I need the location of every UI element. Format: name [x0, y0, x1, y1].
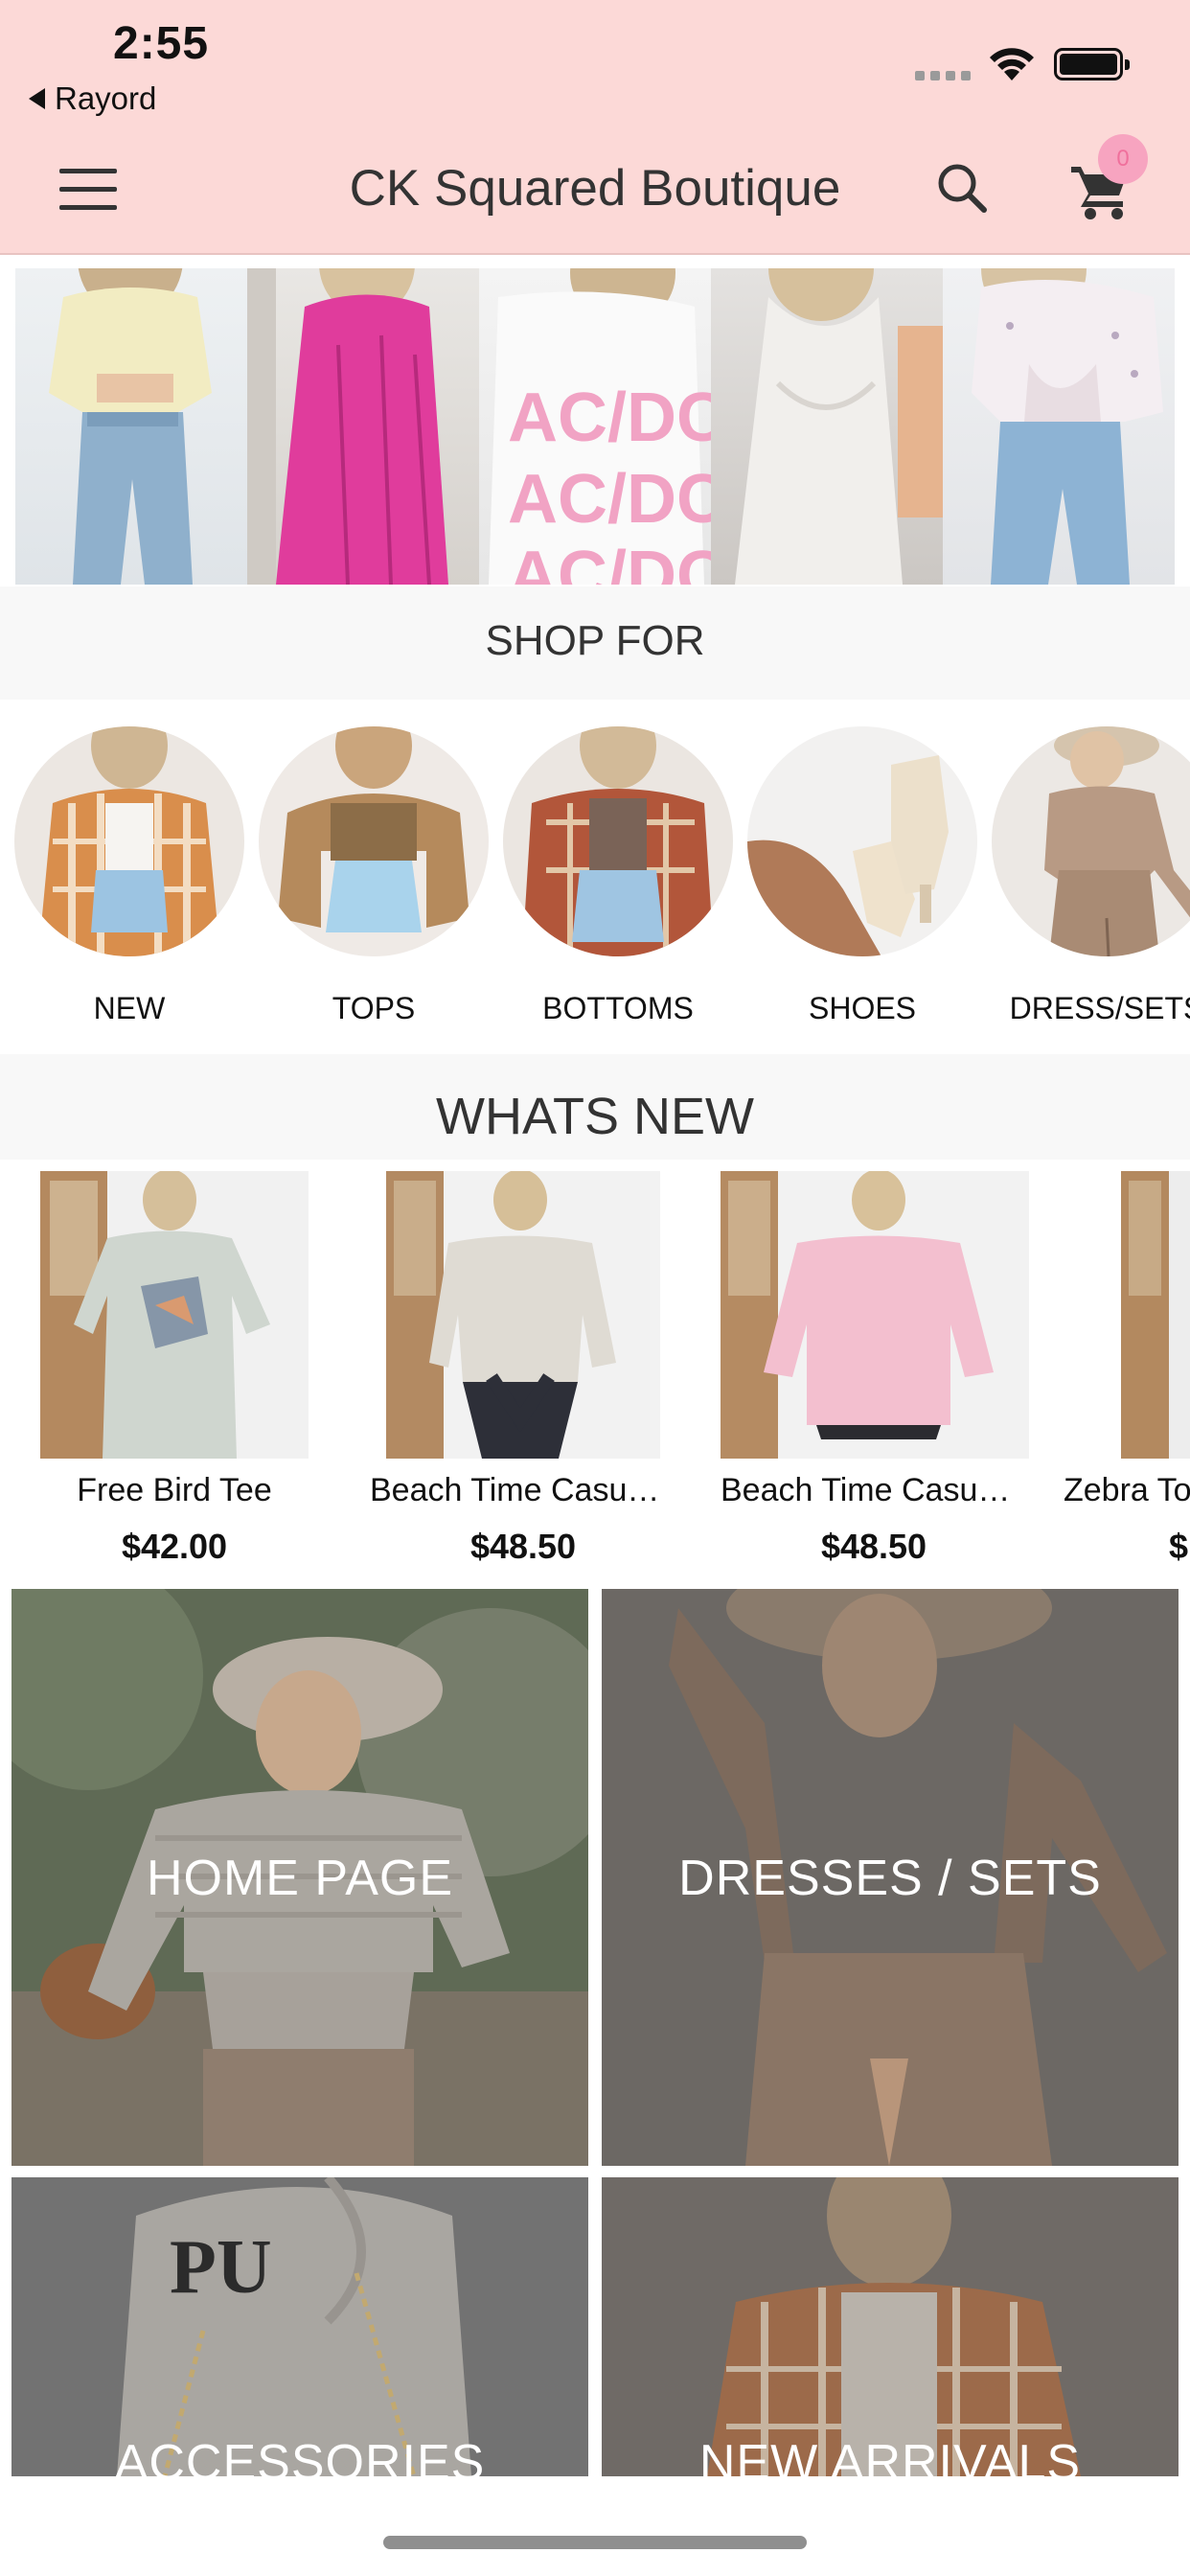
product-photo — [1121, 1171, 1190, 1459]
category-dress-sets[interactable]: DRESS/SETS — [992, 726, 1190, 1026]
product-photo — [721, 1171, 1029, 1459]
svg-text:PU: PU — [170, 2225, 272, 2310]
category-photo — [503, 726, 733, 956]
status-time: 2:55 — [113, 18, 210, 69]
category-shoes[interactable]: SHOES — [747, 726, 977, 1026]
cellular-signal-icon — [915, 71, 971, 80]
back-to-app-link[interactable]: Rayord — [29, 80, 156, 117]
accessories-tile[interactable]: PU ACCESSORIES — [11, 2177, 588, 2476]
new-arrivals-tile[interactable]: NEW ARRIVALS — [602, 2177, 1179, 2476]
whats-new-title: WHATS NEW — [436, 1088, 754, 1145]
tile-label: ACCESSORIES — [114, 2435, 486, 2476]
app-title: CK Squared Boutique — [349, 160, 841, 217]
home-page-tile[interactable]: HOME PAGE — [11, 1589, 588, 2166]
category-label: DRESS/SETS — [1009, 991, 1190, 1025]
product-price: $48.50 — [820, 1527, 927, 1566]
category-photo — [259, 726, 489, 956]
product-photo — [386, 1171, 660, 1459]
search-icon[interactable] — [935, 161, 989, 215]
tile-photo: PU — [11, 2177, 588, 2476]
tile-label: HOME PAGE — [146, 1851, 454, 1906]
category-label: SHOES — [808, 991, 917, 1025]
bottom-safe-area — [0, 2476, 1190, 2576]
back-arrow-icon — [29, 88, 45, 109]
product-name: Beach Time Casual Top — [370, 1472, 676, 1508]
product-card[interactable]: Beach Time Casual Top $48.50 — [370, 1171, 676, 1567]
category-photo — [14, 726, 244, 956]
home-indicator[interactable] — [383, 2536, 807, 2549]
category-photo — [992, 726, 1190, 956]
product-photo — [40, 1171, 309, 1459]
product-name: Beach Time Casual Top — [721, 1472, 1027, 1508]
tile-label: NEW ARRIVALS — [698, 2435, 1082, 2476]
banner-photo: AC/DC AC/DC AC/DC — [479, 268, 711, 585]
category-new[interactable]: NEW — [14, 726, 244, 1026]
tile-label: DRESSES / SETS — [678, 1851, 1102, 1906]
category-bottoms[interactable]: BOTTOMS — [503, 726, 733, 1026]
svg-text:AC/DC: AC/DC — [508, 461, 711, 538]
tile-photo — [602, 2177, 1179, 2476]
category-label: TOPS — [332, 991, 416, 1025]
product-price: $ — [1169, 1527, 1189, 1566]
product-price: $48.50 — [469, 1527, 577, 1566]
wifi-icon — [990, 48, 1034, 80]
category-carousel[interactable]: NEW TOPS BOTTOMS SHOES DRESS/SETS — [0, 726, 1190, 1033]
product-price: $42.00 — [121, 1527, 228, 1566]
svg-text:AC/DC: AC/DC — [508, 380, 711, 456]
banner-photo — [15, 268, 247, 585]
battery-icon — [1054, 48, 1130, 80]
category-photo — [747, 726, 977, 956]
product-name: Free Bird Tee — [77, 1472, 272, 1508]
shop-for-title: SHOP FOR — [485, 617, 705, 664]
product-card[interactable]: Zebra Top $ — [1064, 1171, 1190, 1567]
product-card[interactable]: Beach Time Casual Top $48.50 — [721, 1171, 1029, 1567]
svg-text:AC/DC: AC/DC — [508, 538, 711, 585]
hero-banner[interactable]: AC/DC AC/DC AC/DC — [15, 268, 1175, 585]
category-tops[interactable]: TOPS — [259, 726, 489, 1026]
banner-photo — [943, 268, 1175, 585]
dresses-sets-tile[interactable]: DRESSES / SETS — [602, 1589, 1179, 2166]
whats-new-carousel[interactable]: Free Bird Tee $42.00 Beach Time Casual T… — [0, 1171, 1190, 1574]
product-card[interactable]: Free Bird Tee $42.00 — [21, 1171, 328, 1567]
app-header: 2:55 Rayord CK Squared Boutique 0 — [0, 0, 1190, 255]
category-label: BOTTOMS — [542, 991, 694, 1025]
cart-count-badge: 0 — [1098, 134, 1148, 184]
category-label: NEW — [93, 991, 166, 1025]
banner-photo — [247, 268, 479, 585]
banner-photo — [711, 268, 943, 585]
back-app-label: Rayord — [55, 80, 157, 116]
product-name: Zebra Top — [1064, 1472, 1190, 1508]
